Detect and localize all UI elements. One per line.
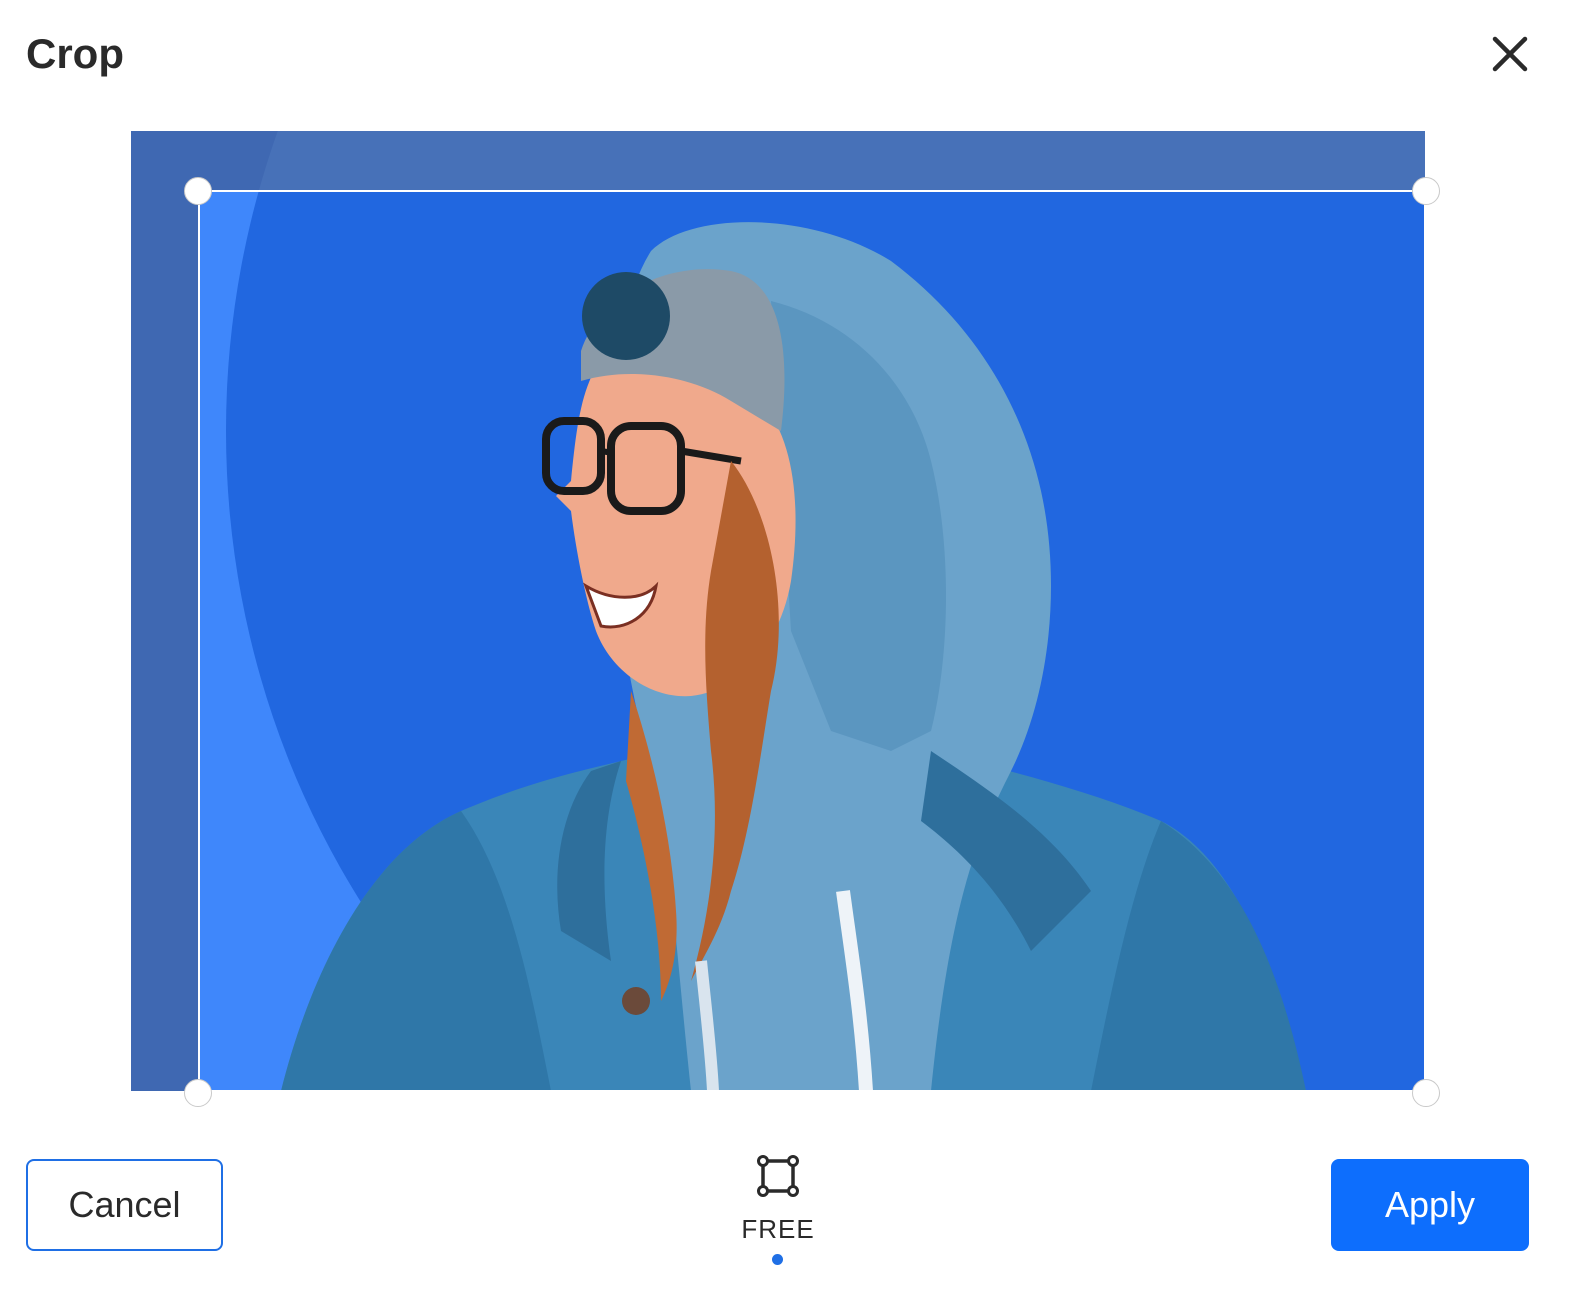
crop-handle-bottom-left[interactable] bbox=[184, 1079, 212, 1107]
selected-indicator-dot bbox=[772, 1254, 783, 1265]
free-crop-icon bbox=[757, 1155, 799, 1197]
close-button[interactable] bbox=[1490, 34, 1530, 74]
dialog-title: Crop bbox=[26, 30, 124, 77]
aspect-ratio-label: FREE bbox=[741, 1214, 815, 1244]
cancel-button[interactable]: Cancel bbox=[26, 1159, 223, 1251]
close-icon bbox=[1492, 36, 1528, 72]
apply-button[interactable]: Apply bbox=[1331, 1159, 1529, 1251]
crop-handle-top-right[interactable] bbox=[1412, 177, 1440, 205]
crop-selection-frame[interactable] bbox=[198, 190, 1426, 1092]
aspect-ratio-free-option[interactable]: FREE bbox=[712, 1148, 844, 1268]
crop-handle-bottom-right[interactable] bbox=[1412, 1079, 1440, 1107]
crop-handle-top-left[interactable] bbox=[184, 177, 212, 205]
